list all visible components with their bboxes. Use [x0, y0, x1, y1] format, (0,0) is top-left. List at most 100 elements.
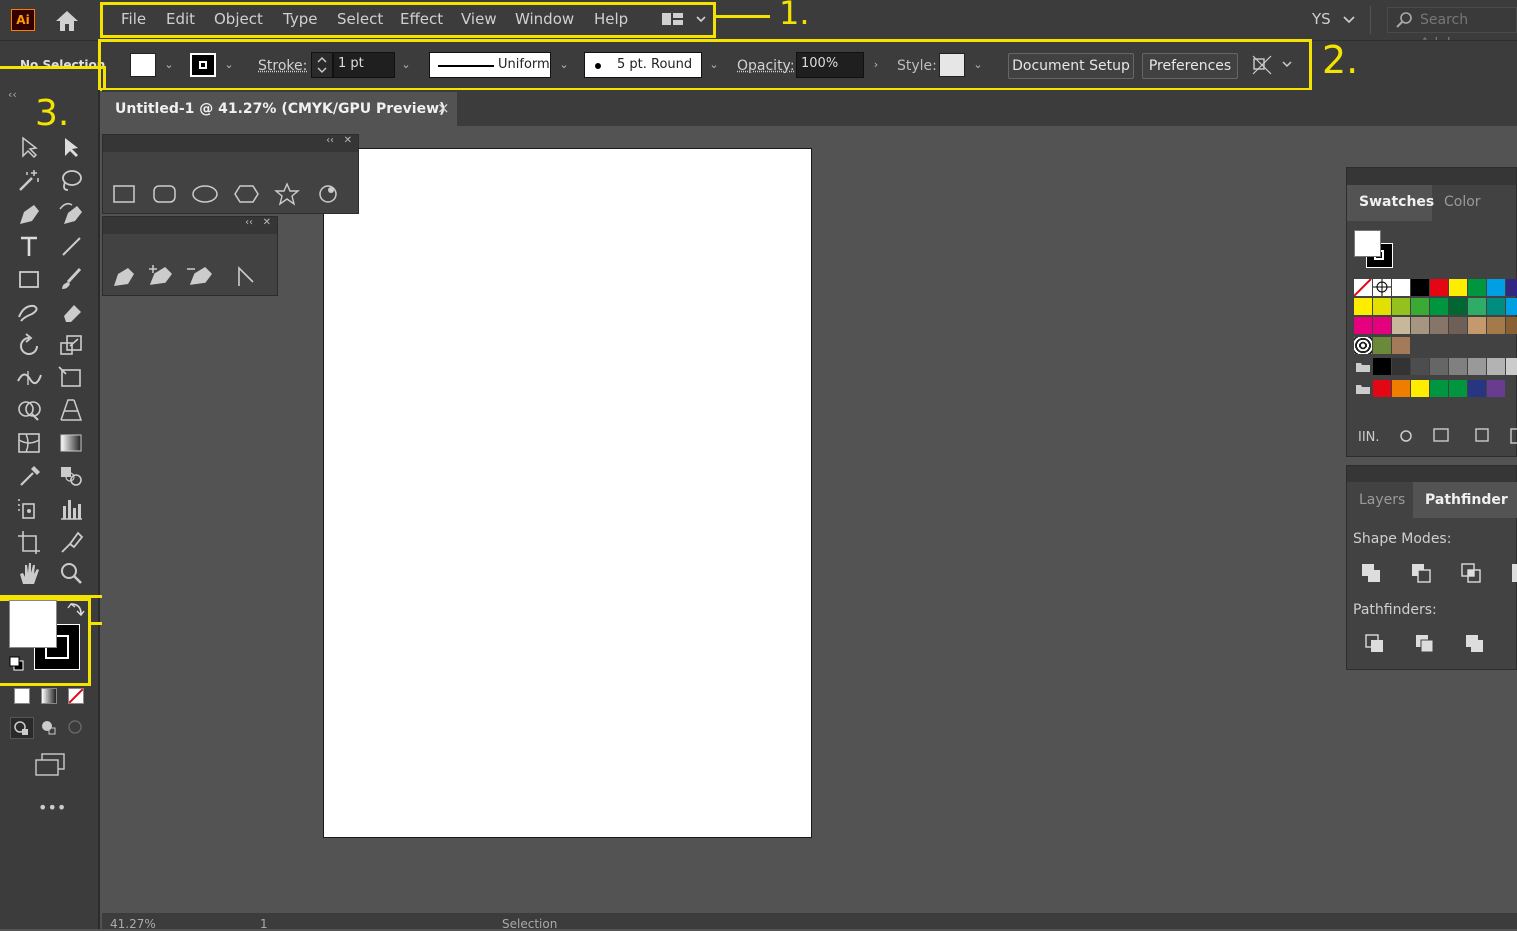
- swatch-chip[interactable]: [1373, 317, 1391, 334]
- close-tab-icon[interactable]: ×: [437, 99, 450, 117]
- rounded-rectangle-tool-icon[interactable]: [152, 184, 176, 202]
- hand-tool-icon[interactable]: [14, 559, 44, 589]
- swatch-chip[interactable]: [1411, 298, 1429, 315]
- ellipse-tool-icon[interactable]: [190, 184, 218, 202]
- mesh-tool-icon[interactable]: [14, 428, 44, 458]
- stroke-label[interactable]: Stroke:: [258, 58, 307, 74]
- swatch-chip[interactable]: [1449, 298, 1467, 315]
- stroke-weight-field[interactable]: 1 pt: [333, 52, 395, 78]
- brush-select[interactable]: 5 pt. Round: [584, 52, 702, 78]
- collapse-icon[interactable]: ‹‹: [326, 135, 334, 146]
- swatch-chip[interactable]: [1468, 380, 1486, 397]
- intersect-button[interactable]: [1460, 562, 1484, 586]
- lasso-tool-icon[interactable]: [56, 166, 86, 196]
- swatch-chip[interactable]: [1430, 358, 1448, 375]
- shaper-tool-icon[interactable]: [14, 297, 44, 327]
- more-tools-icon[interactable]: •••: [38, 798, 66, 817]
- preferences-button[interactable]: Preferences: [1142, 53, 1238, 79]
- paintbrush-tool-icon[interactable]: [56, 264, 86, 294]
- chevron-down-icon[interactable]: ⌄: [970, 54, 986, 76]
- swatch-chip[interactable]: [1430, 298, 1448, 315]
- divide-button[interactable]: [1364, 633, 1388, 657]
- polygon-tool-icon[interactable]: [233, 184, 259, 202]
- trim-button[interactable]: [1414, 633, 1438, 657]
- delete-anchor-point-icon[interactable]: [188, 266, 210, 288]
- gradient-tool-icon[interactable]: [56, 428, 86, 458]
- draw-normal-icon[interactable]: [10, 717, 34, 739]
- swatch-chip[interactable]: [1487, 358, 1505, 375]
- anchor-point-tool-icon[interactable]: [235, 266, 255, 288]
- swatch-chip[interactable]: [1449, 358, 1467, 375]
- swatch-chip[interactable]: [1506, 279, 1517, 296]
- swatch-chip[interactable]: [1411, 279, 1429, 296]
- swatch-chip[interactable]: [1430, 380, 1448, 397]
- column-graph-tool-icon[interactable]: [56, 494, 86, 524]
- chevron-down-icon[interactable]: ⌄: [556, 54, 572, 76]
- slice-tool-icon[interactable]: [56, 527, 86, 557]
- artboard[interactable]: [323, 148, 812, 838]
- rectangle-tool-icon[interactable]: [14, 264, 44, 294]
- tab-pathfinder[interactable]: Pathfinder: [1425, 482, 1508, 518]
- pen-tool-icon[interactable]: [111, 266, 133, 288]
- swatch-chip[interactable]: [1373, 358, 1391, 375]
- swatch-chip[interactable]: [1373, 279, 1391, 296]
- free-transform-tool-icon[interactable]: [56, 363, 86, 393]
- swatch-chip[interactable]: [1392, 317, 1410, 334]
- chevron-down-icon[interactable]: ⌄: [221, 54, 237, 76]
- opacity-label[interactable]: Opacity:: [737, 58, 795, 74]
- color-mode-icon[interactable]: [14, 688, 30, 704]
- eraser-tool-icon[interactable]: [56, 297, 86, 327]
- zoom-tool-icon[interactable]: [56, 559, 86, 589]
- swatch-chip[interactable]: [1373, 337, 1391, 354]
- swatch-chip[interactable]: [1354, 317, 1372, 334]
- chevron-down-icon[interactable]: ⌄: [161, 54, 177, 76]
- tab-swatches[interactable]: Swatches: [1359, 184, 1434, 220]
- tab-layers[interactable]: Layers: [1359, 482, 1405, 518]
- chevron-down-icon[interactable]: ⌄: [706, 54, 722, 76]
- unite-button[interactable]: [1360, 562, 1384, 586]
- none-mode-icon[interactable]: [68, 688, 84, 704]
- swatch-chip[interactable]: [1487, 298, 1505, 315]
- rectangle-tool-icon[interactable]: [112, 184, 134, 202]
- flare-tool-icon[interactable]: [316, 182, 338, 202]
- swatch-fill-preview[interactable]: [1354, 230, 1381, 257]
- fill-swatch[interactable]: [130, 53, 156, 77]
- swatch-chip[interactable]: [1354, 298, 1372, 315]
- swatch-chip[interactable]: [1430, 279, 1448, 296]
- swatch-chip[interactable]: [1468, 358, 1486, 375]
- user-initials[interactable]: YS: [1312, 10, 1331, 28]
- arrange-icon[interactable]: [1251, 53, 1297, 77]
- swatch-chip[interactable]: [1411, 317, 1429, 334]
- selection-tool-icon[interactable]: [14, 133, 44, 163]
- swatch-chip[interactable]: [1506, 358, 1517, 375]
- collapse-icon[interactable]: ‹‹: [245, 217, 253, 228]
- chevron-down-icon[interactable]: [1342, 14, 1356, 26]
- stroke-stepper[interactable]: [311, 52, 333, 78]
- swatch-chip[interactable]: [1354, 337, 1372, 354]
- swatch-chip[interactable]: [1449, 279, 1467, 296]
- chevron-right-icon[interactable]: ›: [868, 54, 884, 76]
- swatch-chip[interactable]: [1468, 298, 1486, 315]
- rotate-tool-icon[interactable]: [14, 330, 44, 360]
- magic-wand-tool-icon[interactable]: [14, 166, 44, 196]
- gradient-mode-icon[interactable]: [41, 688, 57, 704]
- draw-behind-icon[interactable]: [38, 717, 62, 739]
- eyedropper-tool-icon[interactable]: [14, 461, 44, 491]
- tab-color[interactable]: Color: [1444, 184, 1481, 220]
- swatch-chip[interactable]: [1468, 279, 1486, 296]
- width-tool-icon[interactable]: [14, 363, 44, 393]
- stroke-profile-select[interactable]: Uniform: [429, 52, 551, 78]
- swatch-chip[interactable]: [1411, 380, 1429, 397]
- swatch-chip[interactable]: [1506, 317, 1517, 334]
- swatch-chip[interactable]: [1392, 337, 1410, 354]
- stroke-swatch[interactable]: [190, 53, 216, 77]
- document-setup-button[interactable]: Document Setup: [1008, 53, 1134, 79]
- swap-icon[interactable]: [67, 600, 85, 618]
- style-swatch[interactable]: [939, 53, 965, 77]
- minus-front-button[interactable]: [1410, 562, 1434, 586]
- opacity-field[interactable]: 100%: [796, 52, 864, 78]
- close-icon[interactable]: ✕: [344, 135, 352, 146]
- fill-color-box[interactable]: [9, 600, 57, 648]
- close-icon[interactable]: ✕: [263, 217, 271, 228]
- swatch-chip[interactable]: [1392, 380, 1410, 397]
